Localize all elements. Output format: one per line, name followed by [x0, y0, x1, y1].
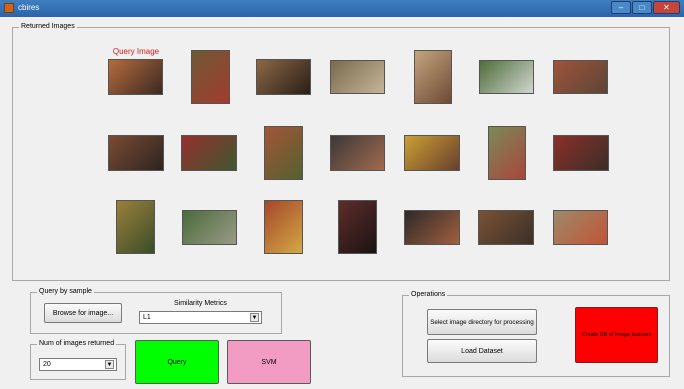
operations-title: Operations [409, 291, 448, 298]
thumb-3-3[interactable] [264, 200, 303, 254]
maximize-button[interactable]: □ [632, 1, 652, 14]
query-by-sample-title: Query by sample [37, 288, 94, 295]
thumb-2-7[interactable] [553, 135, 609, 171]
returned-images-title: Returned Images [19, 23, 77, 30]
title-bar: cbires – □ ✕ [0, 0, 684, 17]
thumb-1-3[interactable] [256, 59, 311, 95]
svm-button[interactable]: SVM [227, 340, 311, 384]
chevron-down-icon[interactable]: ▼ [105, 360, 114, 369]
thumb-3-2[interactable] [182, 210, 237, 245]
create-db-button[interactable]: Create DB of image features [575, 307, 658, 363]
similarity-metrics-select[interactable]: L1 ▼ [139, 311, 262, 324]
thumb-3-5[interactable] [404, 210, 460, 245]
thumb-2-1[interactable] [108, 135, 164, 171]
browse-image-button[interactable]: Browse for image... [44, 303, 122, 323]
select-directory-button[interactable]: Select image directory for processing [427, 309, 537, 335]
thumb-2-3[interactable] [264, 126, 303, 180]
thumb-3-6[interactable] [478, 210, 534, 245]
thumb-1-2[interactable] [191, 50, 230, 104]
chevron-down-icon[interactable]: ▼ [250, 313, 259, 322]
thumb-1-5[interactable] [414, 50, 452, 104]
query-image-label: Query Image [112, 47, 160, 56]
query-button[interactable]: Query [135, 340, 219, 384]
thumb-1-7[interactable] [553, 60, 608, 94]
thumb-3-7[interactable] [553, 210, 608, 245]
num-images-value: 20 [43, 361, 51, 368]
window-title: cbires [18, 3, 40, 12]
similarity-metrics-label: Similarity Metrics [174, 300, 227, 307]
thumb-1-6[interactable] [479, 60, 534, 94]
num-images-title: Num of images returned [37, 340, 117, 347]
thumb-3-4[interactable] [338, 200, 377, 254]
thumb-2-5[interactable] [404, 135, 460, 171]
thumb-2-2[interactable] [181, 135, 237, 171]
load-dataset-button[interactable]: Load Dataset [427, 339, 537, 363]
thumb-2-4[interactable] [330, 135, 385, 171]
app-icon [4, 3, 14, 13]
thumb-1-4[interactable] [330, 60, 385, 94]
thumb-3-1[interactable] [116, 200, 155, 254]
minimize-button[interactable]: – [611, 1, 631, 14]
thumb-2-6[interactable] [488, 126, 526, 180]
close-button[interactable]: ✕ [653, 1, 680, 14]
thumb-query[interactable] [108, 59, 163, 95]
num-images-select[interactable]: 20 ▼ [39, 358, 117, 371]
similarity-metrics-value: L1 [143, 314, 151, 321]
